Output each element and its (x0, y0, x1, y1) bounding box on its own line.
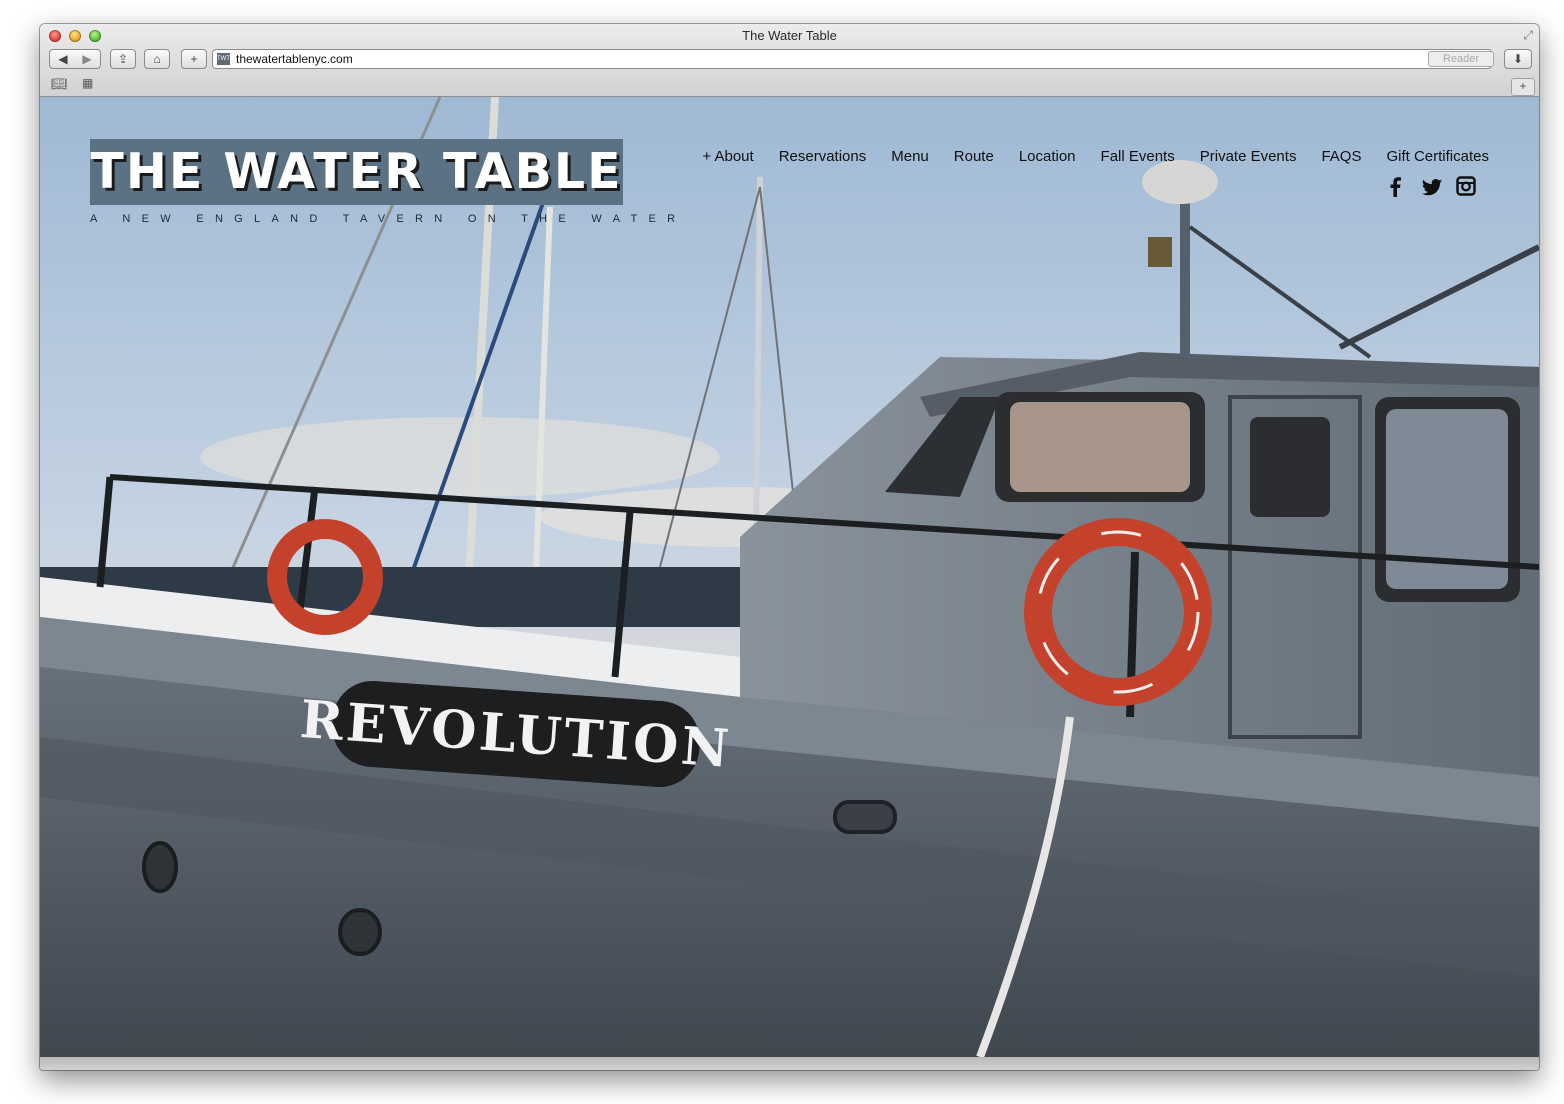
nav-fall-events[interactable]: Fall Events (1101, 148, 1175, 165)
tagline: A NEW ENGLAND TAVERN ON THE WATER (90, 213, 687, 225)
address-bar[interactable]: TWT thewatertablenyc.com ↻ (212, 49, 1492, 69)
plus-icon: + (1519, 79, 1527, 93)
grid-icon[interactable]: ▦ (82, 76, 93, 90)
nav-route[interactable]: Route (954, 148, 994, 165)
add-bookmark-button[interactable]: + (181, 49, 207, 69)
new-tab-button[interactable]: + (1511, 78, 1535, 96)
nav-faqs[interactable]: FAQS (1321, 148, 1361, 165)
home-icon: ⌂ (153, 52, 161, 66)
web-page: REVOLUTION THE WATER TABLE A NEW ENGLAND… (40, 97, 1539, 1057)
home-button[interactable]: ⌂ (144, 49, 170, 69)
main-nav: + About Reservations Menu Route Location… (677, 148, 1489, 165)
nav-reservations[interactable]: Reservations (779, 148, 867, 165)
facebook-icon[interactable] (1386, 176, 1406, 198)
twitter-icon[interactable] (1421, 176, 1443, 198)
open-book-icon[interactable]: 📖︎ (51, 76, 68, 92)
title-bar: The Water Table ⤢ ◀ ▶ ⇪ ⌂ + TWT thewatert… (40, 24, 1539, 97)
downloads-icon: ⬇ (1512, 52, 1524, 66)
social-links (1386, 176, 1476, 198)
plus-icon: + (190, 52, 198, 66)
instagram-icon[interactable] (1456, 176, 1476, 198)
fullscreen-icon[interactable]: ⤢ (1523, 28, 1533, 43)
forward-arrow-icon[interactable]: ▶ (75, 50, 99, 68)
nav-private-events[interactable]: Private Events (1200, 148, 1297, 165)
window-title: The Water Table (742, 28, 837, 43)
nav-menu[interactable]: Menu (891, 148, 929, 165)
nav-gift-certificates[interactable]: Gift Certificates (1386, 148, 1489, 165)
back-arrow-icon[interactable]: ◀ (51, 50, 75, 68)
browser-window: The Water Table ⤢ ◀ ▶ ⇪ ⌂ + TWT thewatert… (40, 24, 1539, 1070)
window-bottom-edge (40, 1057, 1539, 1070)
nav-location[interactable]: Location (1019, 148, 1076, 165)
hero-photo: REVOLUTION (40, 97, 1539, 1057)
site-logo[interactable]: THE WATER TABLE (90, 139, 623, 205)
logo-title: THE WATER TABLE (90, 143, 623, 200)
nav-about[interactable]: + About (702, 148, 753, 165)
url-text[interactable]: thewatertablenyc.com (236, 52, 353, 66)
reader-button[interactable]: Reader (1428, 51, 1494, 67)
site-favicon: TWT (217, 53, 230, 65)
share-icon: ⇪ (117, 52, 129, 66)
downloads-button[interactable]: ⬇ (1504, 49, 1532, 69)
back-forward-buttons[interactable]: ◀ ▶ (49, 49, 101, 69)
share-button[interactable]: ⇪ (110, 49, 136, 69)
